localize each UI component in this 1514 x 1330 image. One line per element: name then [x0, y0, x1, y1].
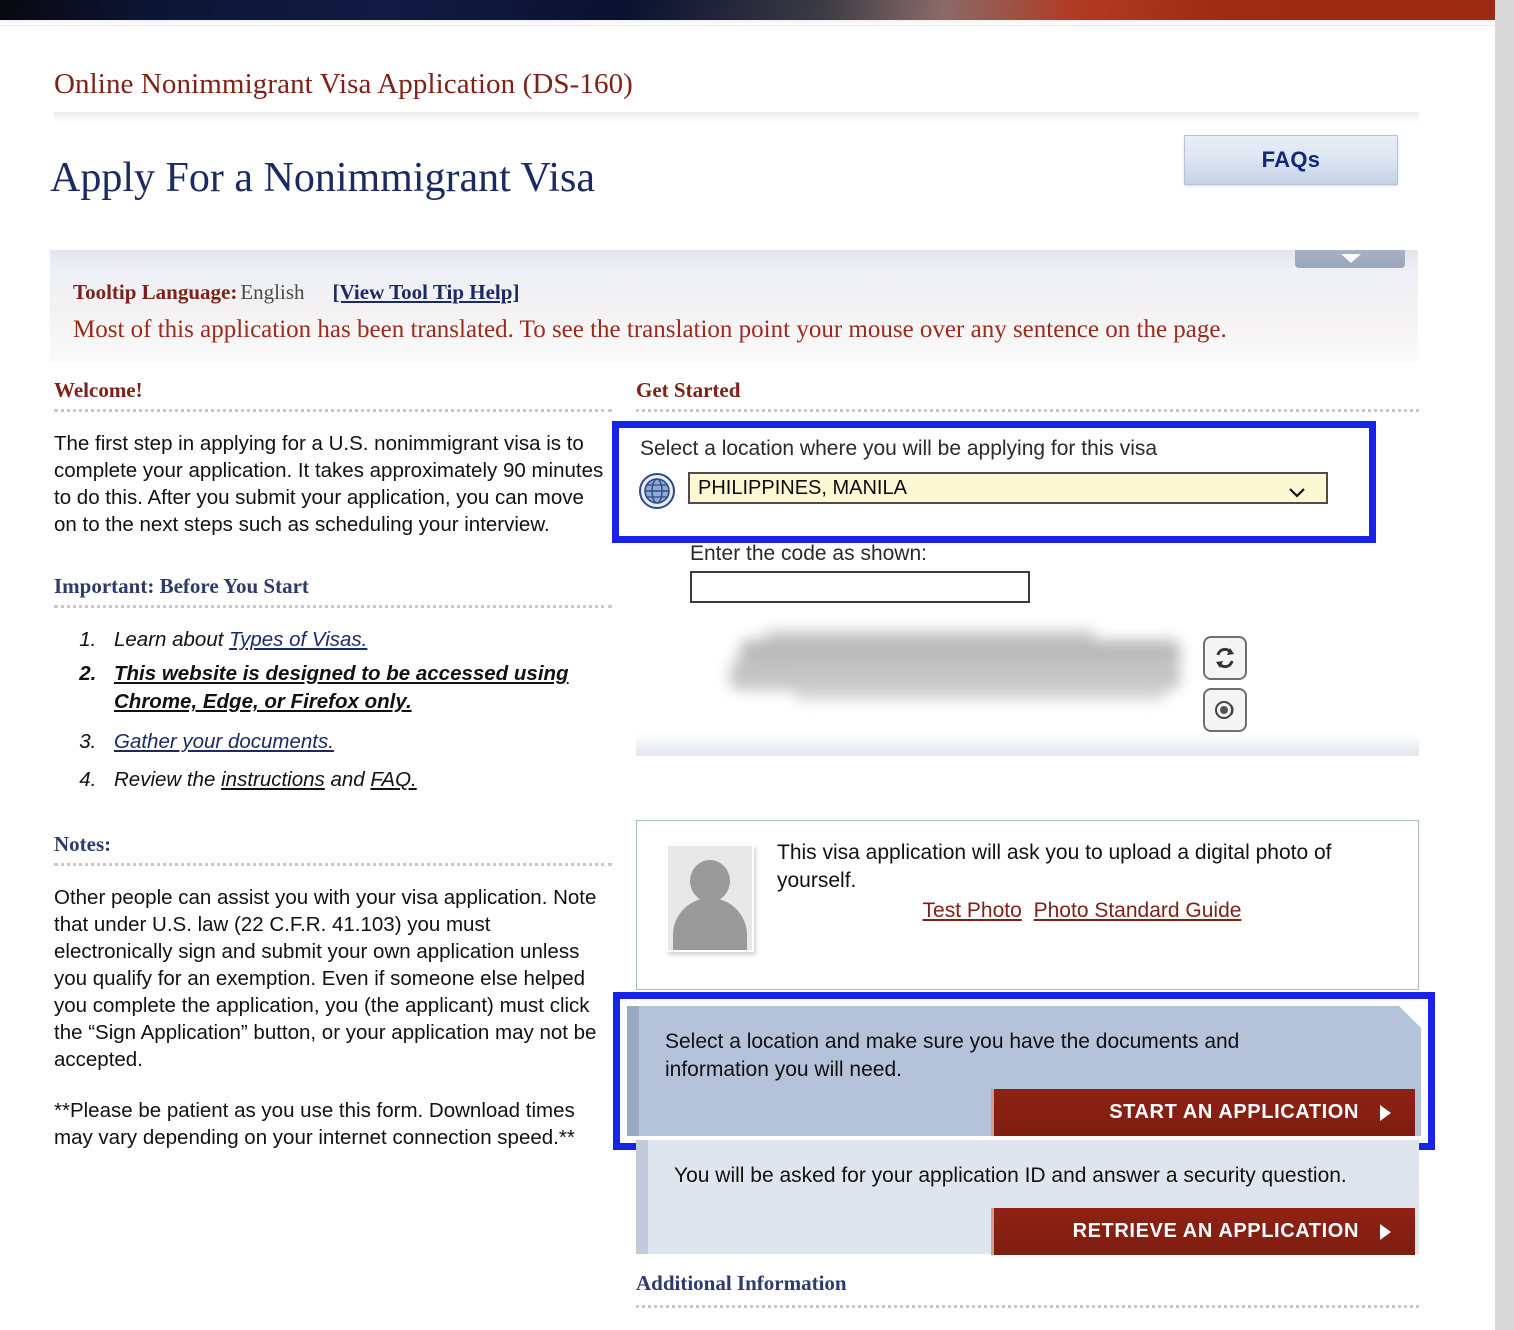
notes-heading: Notes:	[54, 832, 112, 856]
retrieve-application-text: You will be asked for your application I…	[674, 1164, 1347, 1187]
get-started-heading: Get Started	[636, 378, 741, 402]
panel-accent-bar	[636, 1140, 648, 1254]
step4-middle: and	[324, 768, 371, 791]
divider	[54, 863, 612, 866]
notes-text: Other people can assist you with your vi…	[54, 886, 597, 1071]
audio-captcha-icon[interactable]	[1203, 688, 1247, 732]
view-tool-tip-help-link[interactable]: [View Tool Tip Help]	[333, 280, 520, 304]
page-gutter	[1495, 0, 1514, 1330]
before-you-start-list: Learn about Types of Visas. This website…	[54, 622, 612, 798]
faqs-button[interactable]: FAQs	[1184, 135, 1398, 185]
tooltip-language-value: English	[240, 280, 305, 304]
refresh-captcha-icon[interactable]	[1203, 636, 1247, 680]
globe-icon	[638, 472, 676, 510]
tooltip-language-band: Tooltip Language: English [View Tool Tip H…	[50, 250, 1418, 362]
arrow-right-icon	[1380, 1223, 1391, 1240]
additional-information-heading: Additional Information	[636, 1271, 847, 1295]
welcome-text: The first step in applying for a U.S. no…	[54, 432, 604, 536]
divider	[54, 605, 612, 608]
photo-placeholder-thumbnail	[666, 844, 754, 952]
divider	[636, 409, 1419, 412]
panel-corner-fold	[1399, 1006, 1421, 1028]
panel-accent-bar	[627, 1006, 639, 1136]
start-application-label: START AN APPLICATION	[1109, 1101, 1359, 1123]
tooltip-translation-note: Most of this application has been transl…	[73, 316, 1227, 343]
captcha-label: Enter the code as shown:	[690, 542, 927, 565]
start-application-text: Select a location and make sure you have…	[665, 1030, 1240, 1081]
important-heading: Important: Before You Start	[54, 574, 309, 598]
arrow-right-icon	[1380, 1104, 1391, 1121]
retrieve-application-label: RETRIEVE AN APPLICATION	[1072, 1220, 1359, 1242]
right-column: Get Started	[636, 378, 1419, 412]
divider	[54, 409, 612, 412]
gather-your-documents-link[interactable]: Gather your documents.	[114, 730, 334, 753]
browser-requirement-text: This website is designed to be accessed …	[114, 662, 569, 713]
tooltip-language-label: Tooltip Language:	[73, 280, 238, 304]
section-gradient-strip	[636, 733, 1419, 756]
faq-link[interactable]: FAQ.	[370, 768, 416, 791]
photo-instructions: This visa application will ask you to up…	[777, 841, 1332, 892]
left-column: Welcome! The first step in applying for …	[54, 378, 612, 1151]
location-select-value: PHILIPPINES, MANILA	[698, 476, 907, 499]
photo-links: Test Photo Photo Standard Guide	[777, 899, 1387, 923]
instructions-link[interactable]: instructions	[221, 768, 325, 791]
site-title: Online Nonimmigrant Visa Application (DS…	[54, 68, 633, 100]
retrieve-application-button[interactable]: RETRIEVE AN APPLICATION	[991, 1208, 1415, 1255]
photo-panel: This visa application will ask you to up…	[636, 820, 1419, 990]
list-item: Learn about Types of Visas.	[102, 622, 612, 658]
application-page: Online Nonimmigrant Visa Application (DS…	[0, 0, 1495, 1330]
divider	[636, 1305, 1419, 1308]
welcome-heading: Welcome!	[54, 378, 143, 402]
tooltip-language-row: Tooltip Language: English [View Tool Tip H…	[73, 280, 519, 305]
person-icon-head	[690, 860, 730, 902]
test-photo-link[interactable]: Test Photo	[923, 899, 1022, 922]
list-item: Gather your documents.	[102, 724, 612, 760]
step4-prefix: Review the	[114, 768, 222, 791]
flag-banner	[0, 0, 1495, 20]
faqs-button-label: FAQs	[1261, 147, 1321, 172]
location-label: Select a location where you will be appl…	[640, 437, 1158, 460]
chevron-down-icon	[1341, 254, 1361, 263]
header-divider	[54, 112, 1419, 123]
step1-prefix: Learn about	[114, 628, 230, 651]
list-item: Review the instructions and FAQ.	[102, 762, 612, 798]
captcha-input[interactable]	[690, 571, 1030, 603]
location-select[interactable]: PHILIPPINES, MANILA	[688, 472, 1328, 504]
banner-underline	[0, 20, 1495, 26]
types-of-visas-link[interactable]: Types of Visas.	[229, 628, 367, 651]
start-application-button[interactable]: START AN APPLICATION	[991, 1089, 1415, 1136]
page-title: Apply For a Nonimmigrant Visa	[50, 155, 595, 201]
person-icon-body	[673, 898, 747, 950]
notes-text-secondary: **Please be patient as you use this form…	[54, 1099, 575, 1149]
photo-standard-guide-link[interactable]: Photo Standard Guide	[1034, 899, 1242, 922]
list-item: This website is designed to be accessed …	[102, 660, 612, 716]
captcha-image	[725, 612, 1195, 724]
